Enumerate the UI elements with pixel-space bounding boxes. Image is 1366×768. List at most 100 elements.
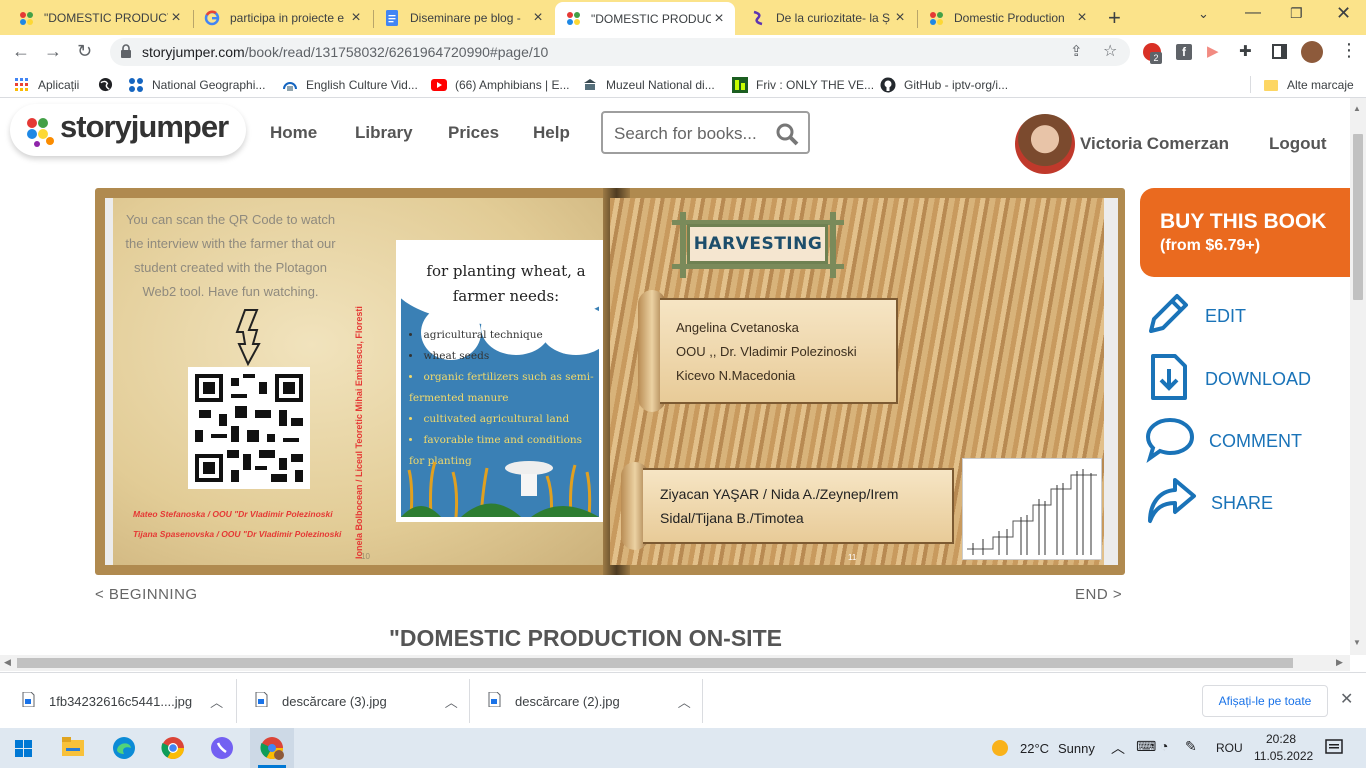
vertical-scroll-thumb[interactable] bbox=[1353, 134, 1363, 300]
close-downloads-icon[interactable]: ✕ bbox=[1340, 689, 1353, 709]
download-item-1[interactable]: 1fb34232616c5441....jpg ︿ bbox=[22, 687, 223, 715]
facebook-ext-icon[interactable]: f bbox=[1176, 44, 1192, 60]
close-tab-icon[interactable]: × bbox=[348, 9, 364, 27]
buy-book-button[interactable]: BUY THIS BOOK (from $6.79+) bbox=[1140, 188, 1350, 277]
reload-icon[interactable]: ↻ bbox=[77, 41, 92, 62]
tab-search-icon[interactable]: ⌄ bbox=[1198, 6, 1209, 22]
close-tab-icon[interactable]: × bbox=[168, 9, 184, 27]
horizontal-scrollbar[interactable]: ◀ ▶ bbox=[0, 655, 1350, 671]
search-input[interactable]: Search for books... bbox=[614, 124, 757, 144]
menu-kebab-icon[interactable]: ⋮ bbox=[1340, 40, 1358, 61]
viber-icon[interactable] bbox=[210, 736, 234, 763]
right-page[interactable]: HARVESTING Angelina Cvetanoska OOU ,, Dr… bbox=[610, 198, 1118, 565]
wheat-growth-diagram[interactable] bbox=[962, 458, 1102, 560]
tab-5[interactable]: De la curiozitate- la Ș × bbox=[740, 3, 916, 33]
new-tab-button[interactable]: + bbox=[1108, 5, 1121, 31]
pen-workspace-icon[interactable]: ✎ bbox=[1185, 738, 1197, 755]
share-action[interactable]: SHARE bbox=[1145, 476, 1273, 531]
clock-date[interactable]: 11.05.2022 bbox=[1254, 749, 1313, 763]
sun-weather-icon[interactable] bbox=[990, 738, 1010, 761]
show-hidden-icons-chevron[interactable]: ︿ bbox=[1111, 738, 1125, 758]
tab-2[interactable]: participa in proiecte e × bbox=[194, 3, 372, 33]
horizontal-scroll-thumb[interactable] bbox=[17, 658, 1293, 668]
windows-start-icon[interactable] bbox=[15, 740, 32, 760]
bookmark-youtube[interactable]: (66) Amphibians | E... bbox=[431, 76, 570, 93]
tab-1[interactable]: "DOMESTIC PRODUCT × bbox=[8, 3, 192, 33]
other-bookmarks[interactable]: Alte marcaje bbox=[1263, 76, 1354, 93]
chevron-up-icon[interactable]: ︿ bbox=[210, 692, 223, 711]
wheat-poster[interactable]: for planting wheat, a farmer needs: agri… bbox=[396, 240, 604, 522]
chevron-up-icon[interactable]: ︿ bbox=[678, 692, 691, 711]
bookmark-apps[interactable]: Aplicații bbox=[14, 76, 79, 93]
bookmark-national-geographic[interactable]: National Geographi... bbox=[128, 76, 265, 93]
forward-icon[interactable]: → bbox=[44, 41, 62, 62]
scroll1-line: Kicevo N.Macedonia bbox=[676, 368, 796, 383]
back-icon[interactable]: ← bbox=[12, 41, 30, 62]
file-explorer-icon[interactable] bbox=[62, 737, 84, 760]
download-item-3[interactable]: descărcare (2).jpg ︿ bbox=[488, 687, 691, 715]
extensions-puzzle-icon[interactable]: ✚ bbox=[1239, 42, 1252, 60]
bookmark-label: English Culture Vid... bbox=[306, 77, 418, 92]
extension-abp-icon[interactable]: 2 bbox=[1143, 43, 1162, 64]
bookmark-label: GitHub - iptv-org/i... bbox=[904, 77, 1009, 92]
url-domain: storyjumper.com bbox=[142, 44, 245, 60]
book-search-box[interactable]: Search for books... bbox=[601, 111, 810, 154]
nav-home[interactable]: Home bbox=[270, 123, 317, 143]
tab-4-active[interactable]: "DOMESTIC PRODUCT × bbox=[555, 2, 735, 35]
tab-3[interactable]: Diseminare pe blog - × bbox=[374, 3, 554, 33]
chevron-up-icon[interactable]: ︿ bbox=[445, 692, 458, 711]
edit-action[interactable]: EDIT bbox=[1145, 291, 1246, 342]
bookmark-github[interactable]: GitHub - iptv-org/i... bbox=[880, 76, 1008, 93]
chrome-icon[interactable] bbox=[161, 736, 185, 763]
close-tab-icon[interactable]: × bbox=[711, 10, 727, 28]
close-window-button[interactable]: ✕ bbox=[1336, 3, 1351, 24]
side-panel-icon[interactable] bbox=[1272, 44, 1287, 59]
wifi-icon[interactable]: ◔ bbox=[1160, 738, 1168, 754]
end-link[interactable]: END > bbox=[1075, 586, 1122, 603]
comment-action[interactable]: COMMENT bbox=[1145, 415, 1302, 468]
address-bar[interactable]: storyjumper.com/book/read/131758032/6261… bbox=[110, 38, 1130, 66]
qr-code[interactable] bbox=[188, 367, 310, 489]
left-page[interactable]: You can scan the QR Code to watch the in… bbox=[105, 198, 610, 565]
bookmark-friv[interactable]: Friv : ONLY THE VE... bbox=[732, 76, 874, 93]
download-label: DOWNLOAD bbox=[1205, 369, 1312, 389]
tab-6[interactable]: Domestic Production × bbox=[918, 3, 1098, 33]
user-name[interactable]: Victoria Comerzan bbox=[1080, 134, 1229, 154]
clock-time[interactable]: 20:28 bbox=[1266, 732, 1296, 746]
close-tab-icon[interactable]: × bbox=[530, 9, 546, 27]
chrome-active-taskbar[interactable] bbox=[250, 728, 294, 768]
logout-link[interactable]: Logout bbox=[1269, 134, 1327, 154]
site-logo[interactable]: storyjumper bbox=[10, 104, 246, 156]
weather-condition[interactable]: Sunny bbox=[1058, 741, 1095, 756]
show-all-downloads-button[interactable]: Afișați-le pe toate bbox=[1202, 685, 1328, 717]
download-item-2[interactable]: descărcare (3).jpg ︿ bbox=[255, 687, 458, 715]
bookmark-english-culture[interactable]: English Culture Vid... bbox=[282, 76, 418, 93]
user-avatar[interactable] bbox=[1015, 114, 1075, 174]
input-language[interactable]: ROU bbox=[1216, 741, 1243, 755]
nav-library[interactable]: Library bbox=[355, 123, 413, 143]
download-action[interactable]: DOWNLOAD bbox=[1145, 353, 1311, 406]
meet-now-icon[interactable]: ⌨ bbox=[1136, 738, 1156, 755]
vertical-scrollbar[interactable]: ▲ ▼ bbox=[1350, 98, 1366, 655]
temperature[interactable]: 22°C bbox=[1020, 741, 1049, 756]
notifications-icon[interactable] bbox=[1325, 738, 1343, 759]
downloads-bar: 1fb34232616c5441....jpg ︿ descărcare (3)… bbox=[0, 672, 1366, 728]
search-icon[interactable] bbox=[775, 122, 799, 149]
profile-avatar[interactable] bbox=[1301, 41, 1323, 63]
windows-taskbar: 22°C Sunny ︿ ⌨ ◔ ✎ ROU 20:28 11.05.2022 bbox=[0, 728, 1366, 768]
bookmark-globe[interactable] bbox=[97, 76, 121, 93]
screencast-ext-icon[interactable]: ▶ bbox=[1207, 42, 1219, 60]
nav-prices[interactable]: Prices bbox=[448, 123, 499, 143]
beginning-link[interactable]: < BEGINNING bbox=[95, 586, 198, 603]
share-page-icon[interactable]: ⇪ bbox=[1070, 42, 1083, 60]
close-tab-icon[interactable]: × bbox=[1074, 9, 1090, 27]
page-number-right: 11 bbox=[848, 553, 857, 562]
tab-title: Diseminare pe blog - bbox=[410, 11, 521, 25]
bookmark-museum[interactable]: Muzeul National di... bbox=[582, 76, 715, 93]
edge-icon[interactable] bbox=[112, 736, 136, 763]
restore-button[interactable]: ❐ bbox=[1290, 5, 1303, 22]
bookmark-star-icon[interactable]: ☆ bbox=[1103, 41, 1117, 61]
close-tab-icon[interactable]: × bbox=[892, 9, 908, 27]
nav-help[interactable]: Help bbox=[533, 123, 570, 143]
minimize-button[interactable]: — bbox=[1245, 4, 1261, 22]
